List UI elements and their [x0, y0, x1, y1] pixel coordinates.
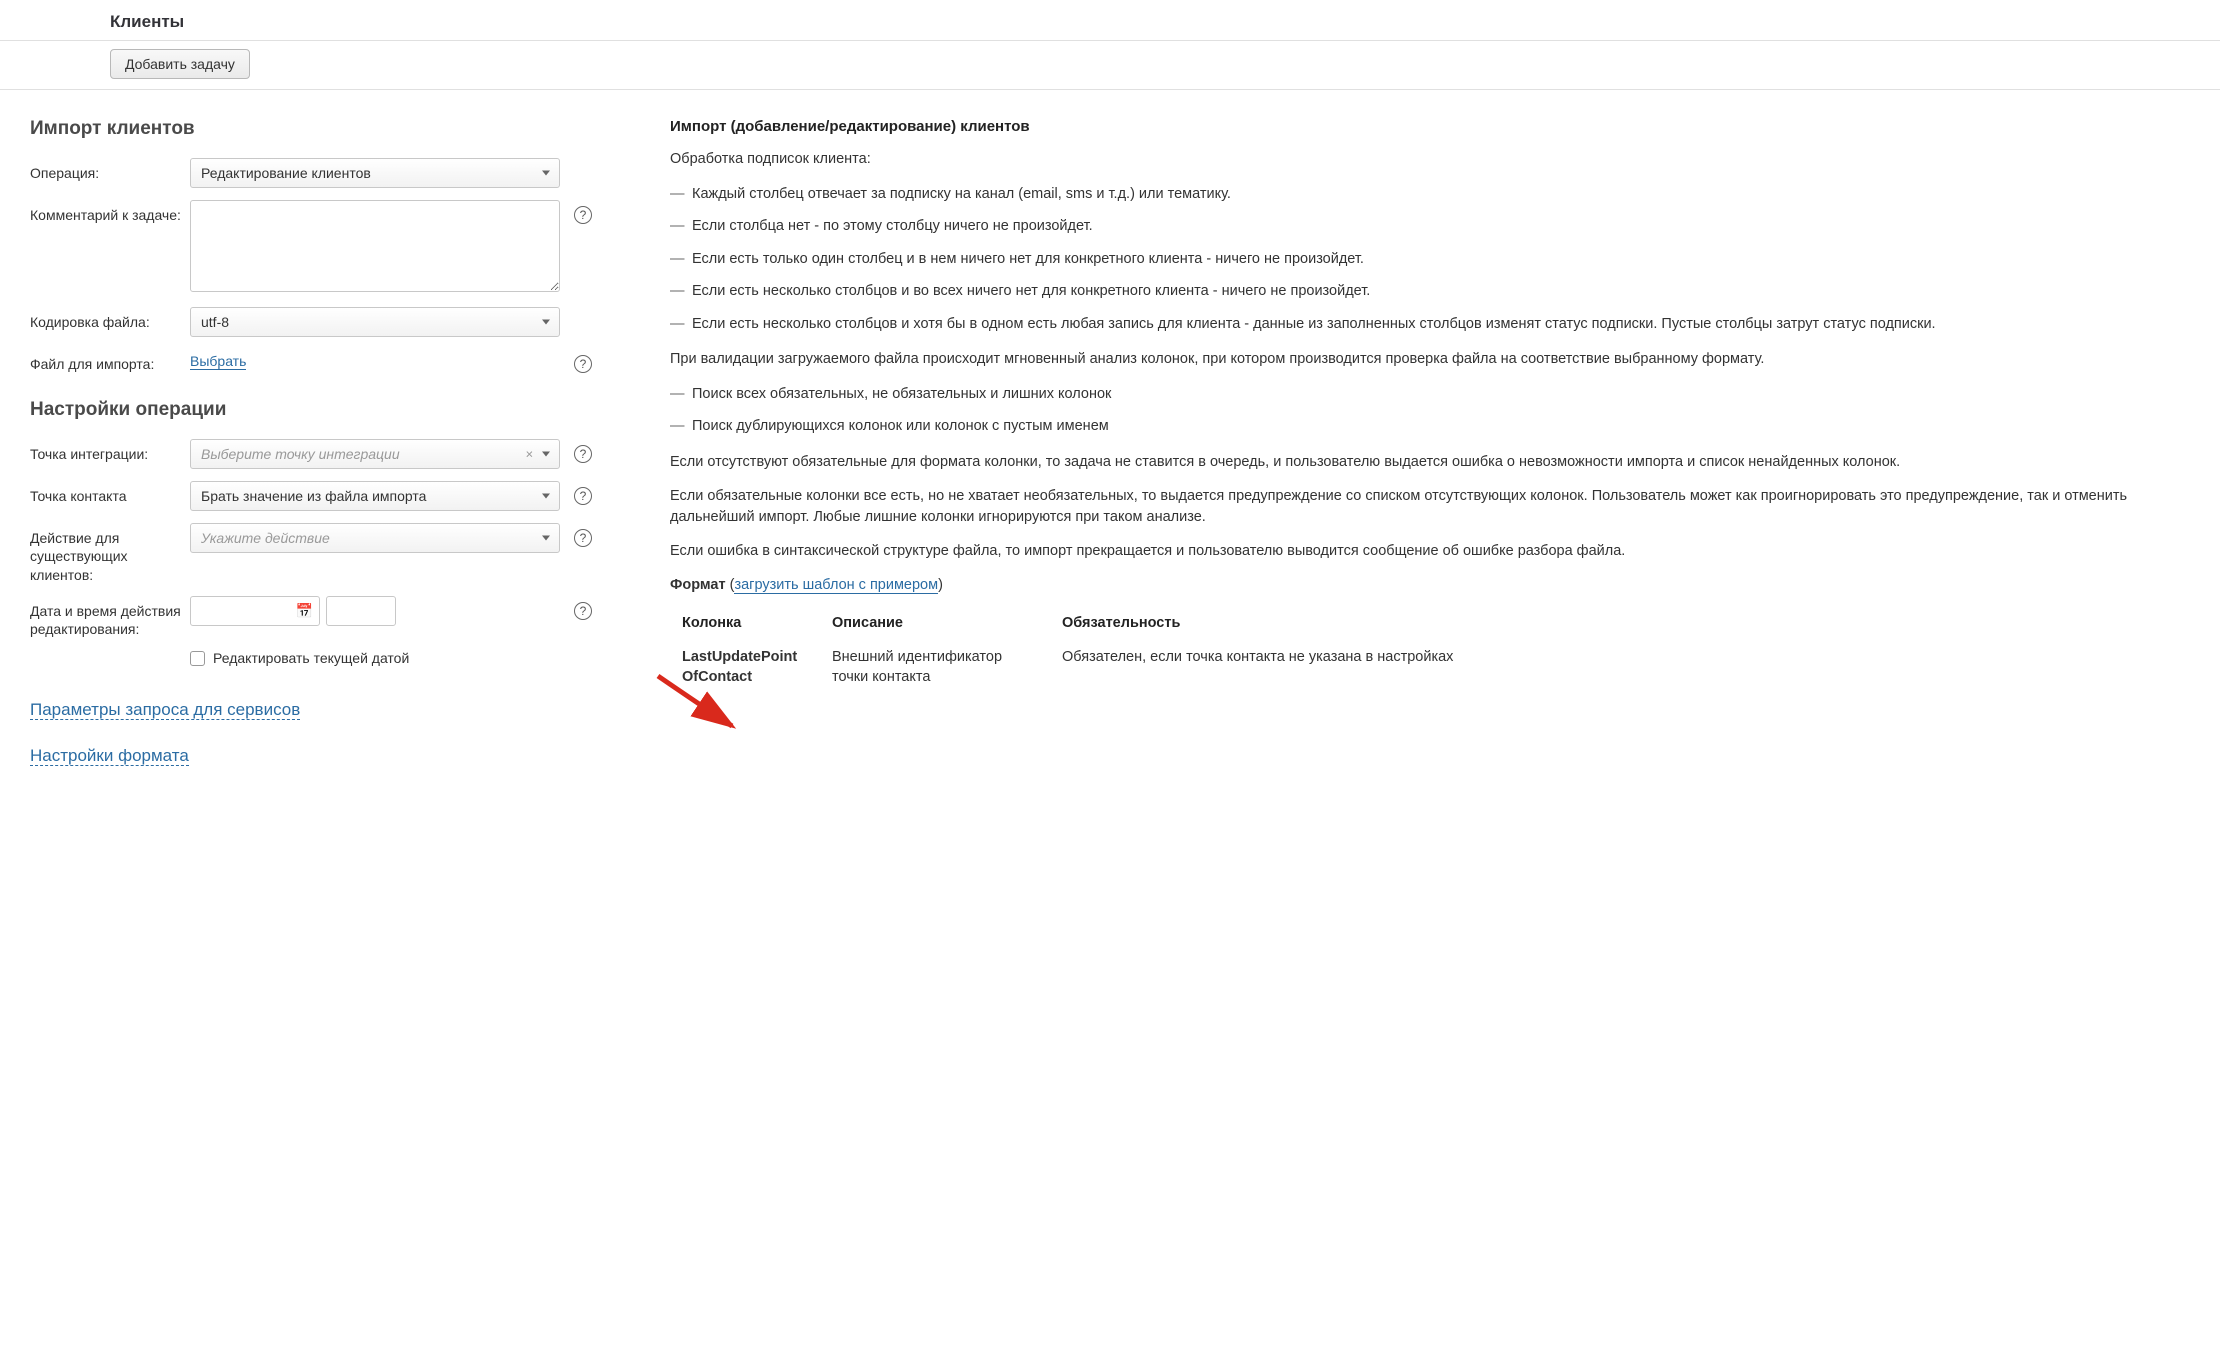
date-input[interactable]: 📅: [190, 596, 320, 626]
format-table: Колонка Описание Обязательность LastUpda…: [670, 609, 2190, 694]
help-icon[interactable]: ?: [574, 206, 592, 224]
action-placeholder: Укажите действие: [201, 530, 330, 546]
caret-down-icon: [542, 320, 550, 325]
help-icon[interactable]: ?: [574, 602, 592, 620]
missing-required-paragraph: Если отсутствуют обязательные для формат…: [670, 452, 2190, 474]
caret-down-icon: [542, 452, 550, 457]
table-header-required: Обязательность: [1050, 609, 2190, 641]
calendar-icon: 📅: [296, 602, 313, 619]
operation-select[interactable]: Редактирование клиентов: [190, 158, 560, 188]
help-icon[interactable]: ?: [574, 355, 592, 373]
validation-paragraph: При валидации загружаемого файла происхо…: [670, 349, 2190, 371]
operation-value: Редактирование клиентов: [201, 165, 371, 181]
integration-label: Точка интеграции:: [30, 439, 190, 463]
subs-list: Каждый столбец отвечает за подписку на к…: [670, 183, 2190, 335]
help-icon[interactable]: ?: [574, 487, 592, 505]
table-header-description: Описание: [820, 609, 1050, 641]
missing-optional-paragraph: Если обязательные колонки все есть, но н…: [670, 486, 2190, 530]
time-input[interactable]: [326, 596, 396, 626]
operation-label: Операция:: [30, 158, 190, 182]
comment-textarea[interactable]: [190, 200, 560, 292]
list-item: Поиск всех обязательных, не обязательных…: [670, 383, 2190, 405]
table-cell-description: Внешний идентификатор точки контакта: [820, 641, 1050, 694]
file-choose-link[interactable]: Выбрать: [190, 353, 246, 370]
comment-label: Комментарий к задаче:: [30, 200, 190, 224]
table-cell-column: LastUpdatePointOfContact: [670, 641, 820, 694]
validation-list: Поиск всех обязательных, не обязательных…: [670, 383, 2190, 438]
table-cell-required: Обязателен, если точка контакта не указа…: [1050, 641, 2190, 694]
list-item: Каждый столбец отвечает за подписку на к…: [670, 183, 2190, 205]
encoding-select[interactable]: utf-8: [190, 307, 560, 337]
download-template-link[interactable]: загрузить шаблон с примером: [734, 577, 938, 594]
list-item: Если есть несколько столбцов и во всех н…: [670, 280, 2190, 302]
help-icon[interactable]: ?: [574, 529, 592, 547]
encoding-value: utf-8: [201, 314, 229, 330]
caret-down-icon: [542, 494, 550, 499]
list-item: Если столбца нет - по этому столбцу ниче…: [670, 215, 2190, 237]
integration-placeholder: Выберите точку интеграции: [201, 446, 400, 462]
help-title: Импорт (добавление/редактирование) клиен…: [670, 118, 2190, 135]
list-item: Если есть несколько столбцов и хотя бы в…: [670, 313, 2190, 335]
table-row: LastUpdatePointOfContact Внешний идентиф…: [670, 641, 2190, 694]
table-header-column: Колонка: [670, 609, 820, 641]
subs-heading: Обработка подписок клиента:: [670, 149, 2190, 171]
contact-label: Точка контакта: [30, 481, 190, 505]
format-label: Формат: [670, 577, 726, 593]
list-item: Поиск дублирующихся колонок или колонок …: [670, 415, 2190, 437]
contact-select[interactable]: Брать значение из файла импорта: [190, 481, 560, 511]
add-task-button[interactable]: Добавить задачу: [110, 49, 250, 79]
file-label: Файл для импорта:: [30, 349, 190, 373]
action-label: Действие для существующих клиентов:: [30, 523, 190, 584]
edit-current-date-checkbox[interactable]: [190, 651, 205, 666]
action-select[interactable]: Укажите действие: [190, 523, 560, 553]
section-import-title: Импорт клиентов: [30, 118, 610, 140]
params-for-services-link[interactable]: Параметры запроса для сервисов: [30, 700, 300, 720]
help-icon[interactable]: ?: [574, 445, 592, 463]
format-line: Формат (загрузить шаблон с примером): [670, 575, 2190, 597]
caret-down-icon: [542, 171, 550, 176]
page-title: Клиенты: [110, 12, 2220, 32]
syntax-error-paragraph: Если ошибка в синтаксической структуре ф…: [670, 541, 2190, 563]
contact-value: Брать значение из файла импорта: [201, 488, 426, 504]
list-item: Если есть только один столбец и в нем ни…: [670, 248, 2190, 270]
format-settings-link[interactable]: Настройки формата: [30, 746, 189, 766]
caret-down-icon: [542, 536, 550, 541]
clear-icon[interactable]: ×: [525, 447, 533, 462]
datetime-label: Дата и время действия редактирования:: [30, 596, 190, 638]
section-settings-title: Настройки операции: [30, 399, 610, 421]
checkbox-label: Редактировать текущей датой: [213, 650, 409, 666]
encoding-label: Кодировка файла:: [30, 307, 190, 331]
integration-select[interactable]: Выберите точку интеграции ×: [190, 439, 560, 469]
